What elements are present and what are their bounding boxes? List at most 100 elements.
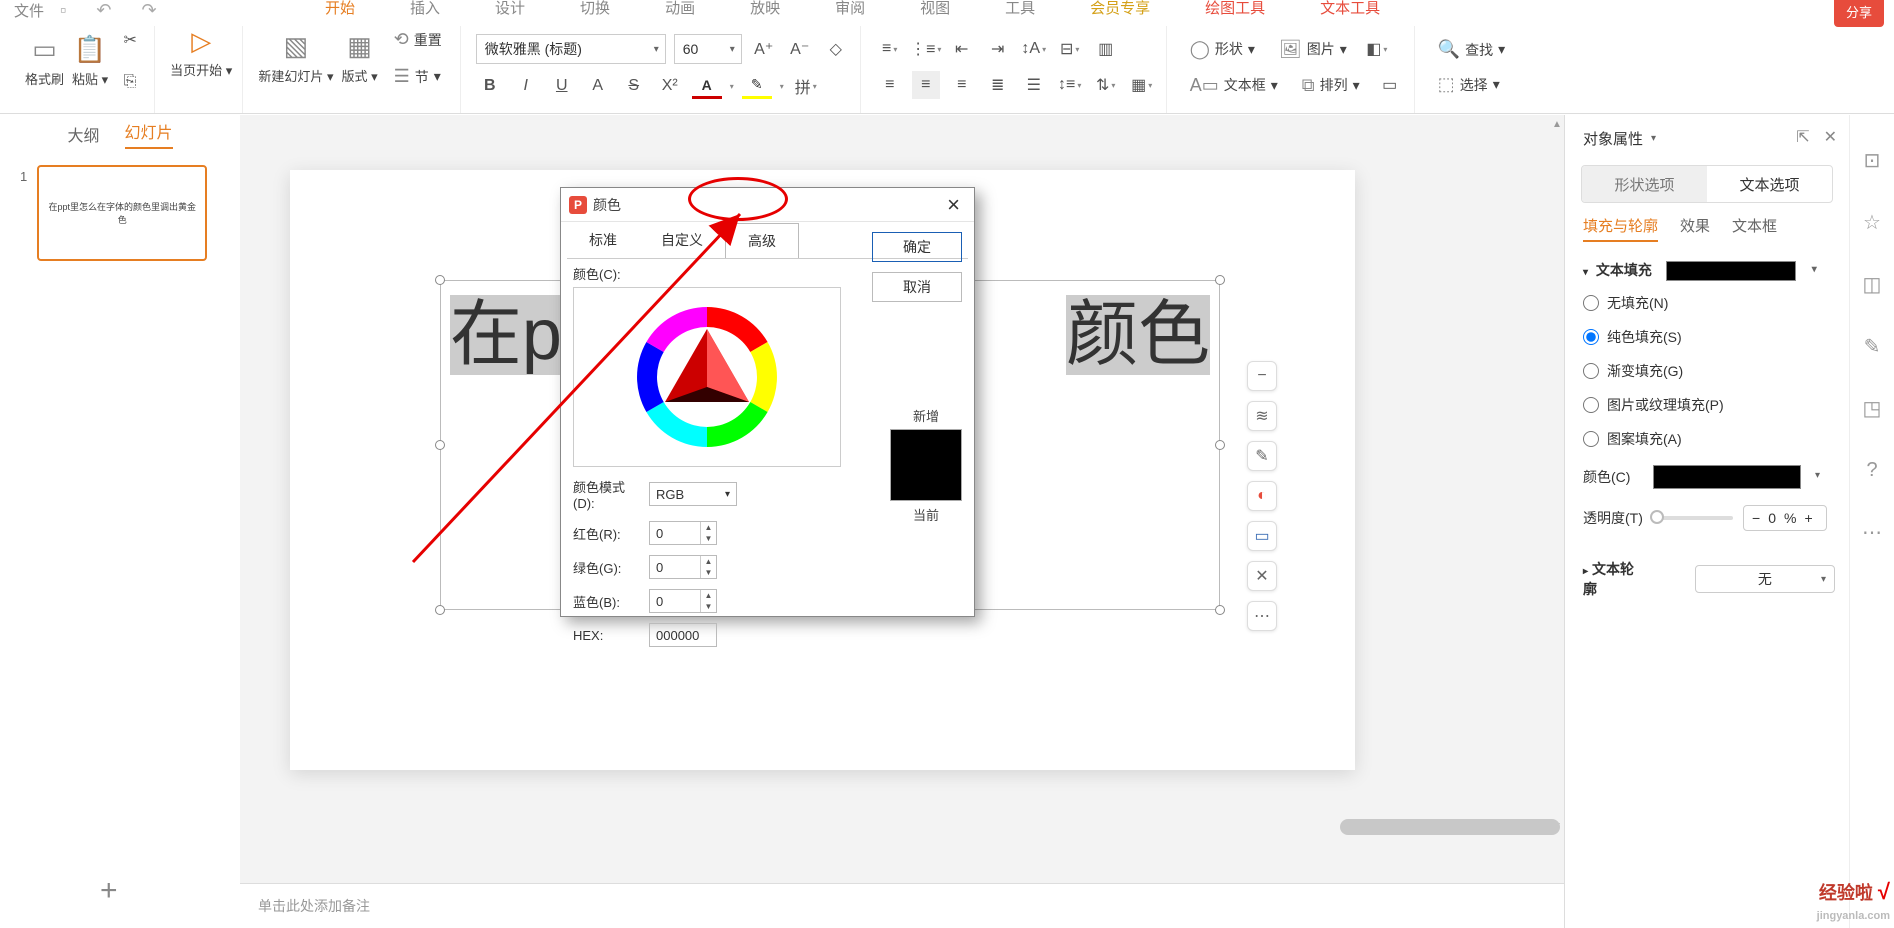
add-slide-button[interactable]: + [100, 874, 118, 908]
outline-combo[interactable]: 无 [1695, 565, 1835, 593]
format-painter-button[interactable]: ▭格式刷 [25, 35, 64, 88]
tab-standard[interactable]: 标准 [567, 223, 639, 257]
increase-font-icon[interactable]: A⁺ [750, 35, 778, 63]
tab-drawing[interactable]: 绘图工具 [1200, 0, 1270, 18]
tab-review[interactable]: 审阅 [830, 0, 870, 18]
blue-input[interactable]: 0▲▼ [649, 589, 717, 613]
chevron-down-icon[interactable]: ▾ [1651, 133, 1656, 144]
shape-outline-button[interactable]: ▭ [1376, 71, 1404, 99]
notes-input[interactable]: 单击此处添加备注 [240, 883, 1564, 928]
superscript-button[interactable]: X² [656, 72, 684, 100]
indent-dec-button[interactable]: ⇤ [948, 35, 976, 63]
float-minus-button[interactable]: − [1247, 361, 1277, 391]
radio-solid-fill[interactable]: 纯色填充(S) [1583, 327, 1835, 347]
find-button[interactable]: 🔍查找 ▾ [1430, 36, 1513, 63]
distribute-button[interactable]: ☰ [1020, 71, 1048, 99]
slide-thumbnail[interactable]: 在ppt里怎么在字体的颜色里调出黄金色 [37, 165, 207, 261]
fr-help-icon[interactable]: ? [1861, 459, 1883, 481]
section-text-outline[interactable]: 文本轮廓 [1583, 559, 1645, 599]
transparency-input[interactable]: −0%+ [1743, 505, 1827, 531]
new-slide-button[interactable]: ▧新建幻灯片 ▾ [258, 32, 333, 85]
text-options-tab[interactable]: 文本选项 [1707, 166, 1832, 202]
tab-slideshow[interactable]: 放映 [745, 0, 785, 18]
smart-art-button[interactable]: ▦ [1128, 71, 1156, 99]
pin-icon[interactable]: ⇱ [1796, 127, 1809, 147]
outline-tab[interactable]: 大纲 [67, 122, 99, 146]
float-frame-icon[interactable]: ▭ [1247, 521, 1277, 551]
resize-handle[interactable] [1215, 605, 1225, 615]
green-input[interactable]: 0▲▼ [649, 555, 717, 579]
close-panel-icon[interactable]: ✕ [1824, 127, 1837, 147]
red-input[interactable]: 0▲▼ [649, 521, 717, 545]
shape-button[interactable]: ◯形状 ▾ [1182, 36, 1263, 63]
fr-settings-icon[interactable]: ⊡ [1861, 149, 1883, 171]
ok-button[interactable]: 确定 [872, 232, 962, 262]
tab-animation[interactable]: 动画 [660, 0, 700, 18]
dialog-title-bar[interactable]: P 颜色 [561, 188, 974, 222]
shape-fill-button[interactable]: ◧ [1363, 35, 1391, 63]
numbering-button[interactable]: ⋮≡ [912, 35, 940, 63]
clear-format-icon[interactable]: ◇ [822, 35, 850, 63]
sub-tab-fill[interactable]: 填充与轮廓 [1583, 215, 1658, 242]
section-button[interactable]: ☰节 ▾ [386, 63, 450, 90]
float-layers-icon[interactable]: ≋ [1247, 401, 1277, 431]
float-paint-icon[interactable]: ◐ [1247, 481, 1277, 511]
align-right-button[interactable]: ≡ [948, 71, 976, 99]
tab-tools[interactable]: 工具 [1000, 0, 1040, 18]
underline-button[interactable]: U [548, 72, 576, 100]
copy-icon[interactable]: ⎘ [116, 68, 144, 96]
font-size-combo[interactable]: 60▾ [674, 34, 742, 64]
tab-advanced[interactable]: 高级 [725, 223, 799, 259]
indent-inc-button[interactable]: ⇥ [984, 35, 1012, 63]
close-icon[interactable]: × [939, 190, 968, 220]
strike-button[interactable]: S [620, 72, 648, 100]
text-direction-button[interactable]: ↕A [1020, 35, 1048, 63]
resize-handle[interactable] [435, 605, 445, 615]
tab-design[interactable]: 设计 [490, 0, 530, 18]
align-center-button[interactable]: ≡ [912, 71, 940, 99]
resize-handle[interactable] [435, 440, 445, 450]
layout-button[interactable]: ▦版式 ▾ [341, 32, 377, 85]
fr-more-icon[interactable]: ⋯ [1861, 521, 1883, 543]
paste-button[interactable]: 📋粘贴 ▾ [72, 35, 108, 88]
float-more-icon[interactable]: ⋯ [1247, 601, 1277, 631]
radio-no-fill[interactable]: 无填充(N) [1583, 293, 1835, 313]
transparency-slider[interactable] [1653, 516, 1733, 520]
text-fill-swatch[interactable] [1666, 261, 1796, 281]
section-text-fill[interactable]: 文本填充 [1583, 260, 1835, 281]
color-wheel-icon[interactable] [627, 297, 787, 457]
font-name-combo[interactable]: 微软雅黑 (标题)▾ [476, 34, 666, 64]
tab-custom[interactable]: 自定义 [639, 223, 725, 257]
slides-tab[interactable]: 幻灯片 [125, 119, 173, 149]
shape-options-tab[interactable]: 形状选项 [1582, 166, 1707, 202]
tab-start[interactable]: 开始 [320, 0, 360, 18]
from-current-button[interactable]: ▷当页开始 ▾ [170, 26, 232, 79]
fr-book-icon[interactable]: ◫ [1861, 273, 1883, 295]
tab-text-tools[interactable]: 文本工具 [1315, 0, 1385, 18]
image-button[interactable]: 🖼图片 ▾ [1271, 36, 1355, 63]
fr-wrench-icon[interactable]: ✎ [1861, 335, 1883, 357]
italic-button[interactable]: I [512, 72, 540, 100]
scroll-up-icon[interactable]: ▲ [1550, 115, 1564, 133]
highlight-button[interactable]: ✎ [742, 73, 772, 99]
fill-color-combo[interactable] [1653, 465, 1801, 489]
select-button[interactable]: ⬚选择 ▾ [1430, 71, 1513, 98]
line-spacing-button[interactable]: ↕≡ [1056, 71, 1084, 99]
sub-tab-textbox[interactable]: 文本框 [1732, 215, 1777, 242]
font-color-button[interactable]: A [692, 73, 722, 99]
bold-button[interactable]: B [476, 72, 504, 100]
hex-input[interactable]: 000000 [649, 623, 717, 647]
color-picker-area[interactable] [573, 287, 841, 467]
float-eyedropper-icon[interactable]: ✎ [1247, 441, 1277, 471]
decrease-font-icon[interactable]: A⁻ [786, 35, 814, 63]
bullets-button[interactable]: ≡ [876, 35, 904, 63]
resize-handle[interactable] [435, 275, 445, 285]
radio-pattern-fill[interactable]: 图案填充(A) [1583, 429, 1835, 449]
align-justify-button[interactable]: ≣ [984, 71, 1012, 99]
columns-button[interactable]: ▥ [1092, 35, 1120, 63]
para-spacing-button[interactable]: ⇅ [1092, 71, 1120, 99]
color-mode-combo[interactable]: RGB [649, 482, 737, 506]
tab-transition[interactable]: 切换 [575, 0, 615, 18]
fr-star-icon[interactable]: ☆ [1861, 211, 1883, 233]
float-crop-icon[interactable]: ✕ [1247, 561, 1277, 591]
